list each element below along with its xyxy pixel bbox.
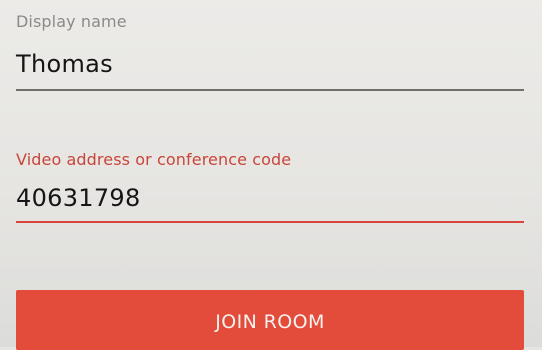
conference-code-label: Video address or conference code	[16, 150, 292, 169]
conference-code-input[interactable]: 40631798	[16, 184, 524, 212]
display-name-label: Display name	[16, 12, 127, 31]
join-room-screen: Display name Thomas Video address or con…	[0, 0, 542, 350]
display-name-input[interactable]: Thomas	[16, 50, 524, 78]
conference-code-underline	[16, 221, 524, 223]
display-name-field[interactable]: Display name Thomas	[16, 12, 524, 91]
join-room-button[interactable]: JOIN ROOM	[16, 290, 524, 350]
conference-code-field[interactable]: Video address or conference code 4063179…	[16, 150, 524, 223]
display-name-underline	[16, 89, 524, 91]
